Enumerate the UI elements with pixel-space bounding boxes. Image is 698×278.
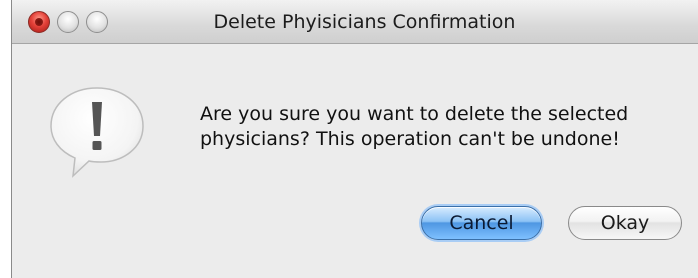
window-title: Delete Phyisicians Confirmation [213, 11, 516, 33]
dialog-content: Are you sure you want to delete the sele… [12, 44, 698, 278]
cancel-button[interactable]: Cancel [421, 206, 542, 240]
exclamation-speech-bubble-icon [50, 87, 144, 178]
confirmation-message: Are you sure you want to delete the sele… [200, 102, 695, 152]
message-line-2: physicians? This operation can't be undo… [200, 128, 620, 150]
title-bar[interactable]: Delete Phyisicians Confirmation [12, 0, 698, 44]
message-line-1: Are you sure you want to delete the sele… [200, 103, 629, 125]
okay-button[interactable]: Okay [568, 206, 682, 240]
confirmation-dialog-window: Delete Phyisicians Confirmation Are you … [11, 0, 698, 278]
